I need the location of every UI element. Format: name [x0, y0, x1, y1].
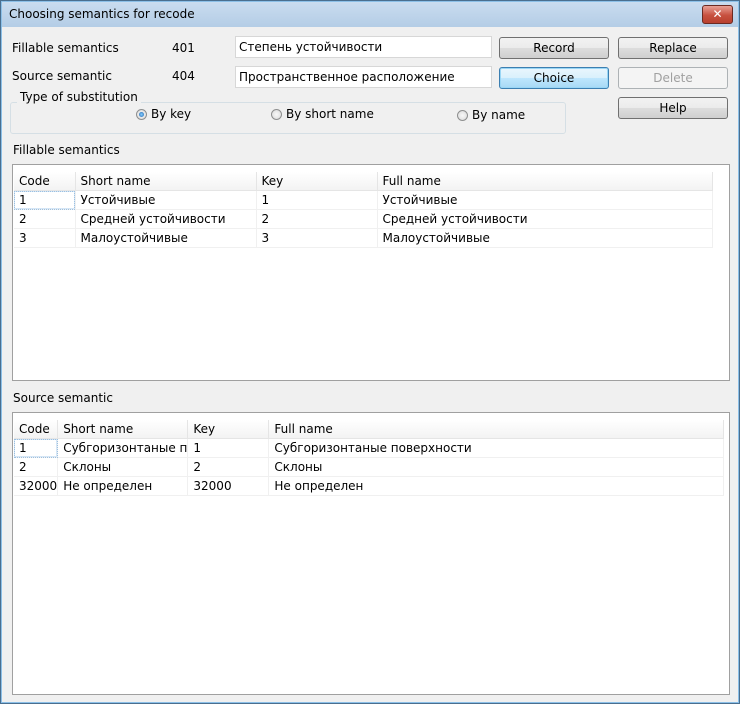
fillable-semantics-code: 401 [172, 41, 195, 55]
radio-by-key[interactable]: By key [136, 107, 191, 121]
cell-code: 1 [14, 438, 59, 458]
radio-by-name[interactable]: By name [457, 108, 525, 122]
column-header-key[interactable]: Key [256, 172, 378, 191]
cell-key: 3 [256, 228, 378, 248]
cell-key: 2 [187, 457, 270, 477]
cell-code: 3 [14, 228, 76, 248]
column-header-code[interactable]: Code [14, 172, 76, 191]
close-icon: ✕ [712, 7, 723, 21]
table-row[interactable]: 2 Средней устойчивости 2 Средней устойчи… [14, 209, 713, 229]
column-header-full-name[interactable]: Full name [377, 172, 713, 191]
dialog-window: Choosing semantics for recode ✕ Fillable… [0, 0, 740, 704]
cell-full-name: Средней устойчивости [377, 209, 713, 229]
source-semantic-table: Code Short name Key Full name 1 Субгориз… [14, 420, 725, 496]
fillable-table-title: Fillable semantics [13, 143, 120, 157]
cell-short-name: Средней устойчивости [75, 209, 257, 229]
column-header-short-name[interactable]: Short name [75, 172, 257, 191]
cell-full-name: Малоустойчивые [377, 228, 713, 248]
column-header-full-name[interactable]: Full name [268, 420, 725, 439]
replace-button[interactable]: Replace [618, 37, 728, 59]
cell-short-name: Устойчивые [75, 190, 257, 210]
column-header-key[interactable]: Key [187, 420, 270, 439]
delete-button[interactable]: Delete [618, 67, 728, 89]
record-button[interactable]: Record [499, 37, 609, 59]
cell-full-name: Склоны [268, 457, 725, 477]
radio-by-short-name[interactable]: By short name [271, 107, 374, 121]
source-semantic-field[interactable]: Пространственное расположение [235, 66, 492, 88]
table-header-row: Code Short name Key Full name [14, 172, 713, 191]
close-button[interactable]: ✕ [702, 5, 733, 24]
dialog-client: Fillable semantics 401 Степень устойчиво… [5, 27, 735, 699]
cell-short-name: Не определен [57, 476, 189, 496]
source-table-title: Source semantic [13, 391, 113, 405]
source-semantic-list[interactable]: Code Short name Key Full name 1 Субгориз… [12, 412, 730, 695]
table-row[interactable]: 1 Устойчивые 1 Устойчивые [14, 190, 713, 210]
radio-label: By key [151, 107, 192, 121]
table-row[interactable]: 3 Малоустойчивые 3 Малоустойчивые [14, 228, 713, 248]
window-title: Choosing semantics for recode [9, 7, 195, 21]
cell-short-name: Субгоризонтаные п [57, 438, 189, 458]
cell-full-name: Не определен [268, 476, 725, 496]
cell-key: 32000 [187, 476, 270, 496]
radio-selected-icon [136, 108, 147, 120]
cell-key: 1 [256, 190, 378, 210]
source-semantic-label: Source semantic [12, 69, 112, 83]
fillable-semantics-table: Code Short name Key Full name 1 Устойчив… [14, 172, 713, 248]
radio-unselected-icon [271, 108, 282, 120]
cell-full-name: Устойчивые [377, 190, 713, 210]
fillable-semantics-list[interactable]: Code Short name Key Full name 1 Устойчив… [12, 164, 730, 381]
radio-label: By name [472, 108, 526, 122]
cell-code: 2 [14, 457, 59, 477]
substitution-title: Type of substitution [17, 90, 141, 104]
column-header-code[interactable]: Code [14, 420, 59, 439]
table-row[interactable]: 2 Склоны 2 Склоны [14, 457, 725, 477]
cell-key: 2 [256, 209, 378, 229]
cell-code: 1 [14, 190, 76, 210]
title-bar: Choosing semantics for recode ✕ [2, 2, 738, 27]
table-row[interactable]: 1 Субгоризонтаные п 1 Субгоризонтаные по… [14, 438, 725, 458]
cell-code: 32000 [14, 476, 59, 496]
fillable-semantics-label: Fillable semantics [12, 41, 119, 55]
cell-short-name: Малоустойчивые [75, 228, 257, 248]
radio-unselected-icon [457, 109, 468, 121]
column-header-short-name[interactable]: Short name [57, 420, 189, 439]
cell-full-name: Субгоризонтаные поверхности [268, 438, 725, 458]
help-button[interactable]: Help [618, 97, 728, 119]
cell-short-name: Склоны [57, 457, 189, 477]
fillable-semantics-field[interactable]: Степень устойчивости [235, 36, 492, 58]
cell-code: 2 [14, 209, 76, 229]
source-semantic-code: 404 [172, 69, 195, 83]
choice-button[interactable]: Choice [499, 67, 609, 89]
table-row[interactable]: 32000 Не определен 32000 Не определен [14, 476, 725, 496]
radio-label: By short name [286, 107, 374, 121]
table-header-row: Code Short name Key Full name [14, 420, 725, 439]
cell-key: 1 [187, 438, 270, 458]
